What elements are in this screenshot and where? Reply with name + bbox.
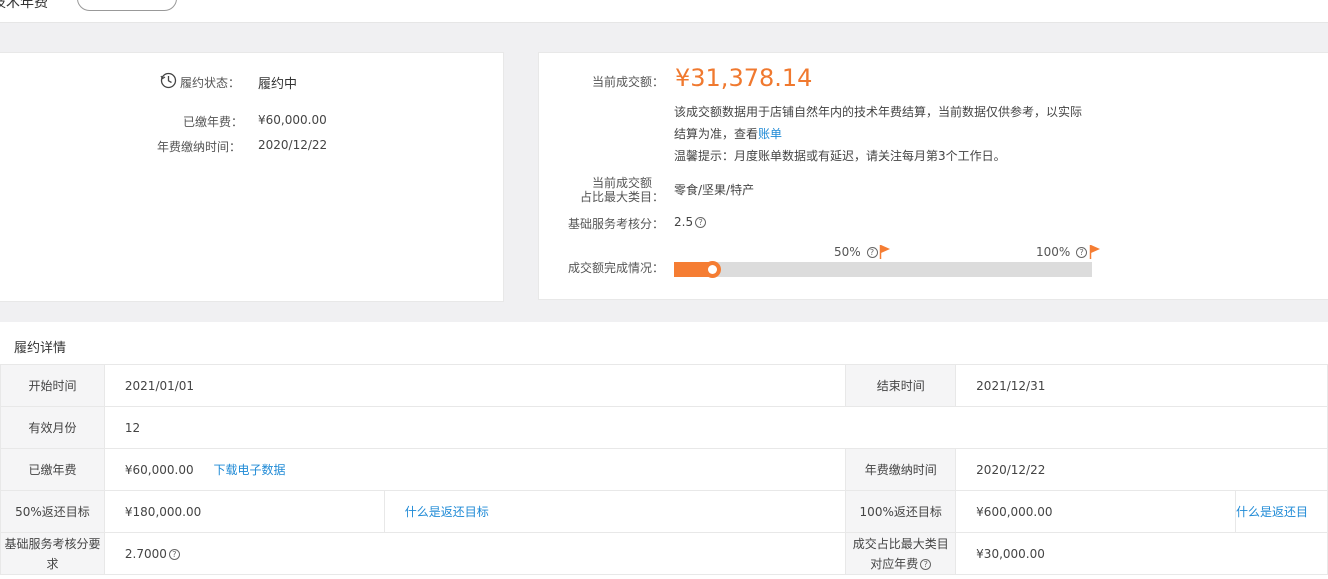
top-category-fee-label-line-1: 成交占比最大类目 bbox=[852, 536, 949, 551]
top-category-fee-label-line-2: 对应年费 bbox=[870, 556, 919, 571]
page-title: 技术年费 bbox=[0, 0, 48, 11]
top-category-label-2: 占比最大类目： bbox=[580, 190, 665, 204]
pay-time-label: 年费缴纳时间 bbox=[845, 448, 957, 491]
deal-note-prefix: 结算为准，查看 bbox=[674, 127, 759, 141]
refund-target-50-value: ¥180,000.00 bbox=[103, 490, 385, 533]
table-row: 基础服务考核分要求 2.7000? 成交占比最大类目对应年费? ¥30,000.… bbox=[0, 532, 1328, 575]
deal-note-line-3: 温馨提示：月度账单数据或有延迟，请关注每月第3个工作日。 bbox=[674, 149, 1006, 163]
refund-target-help-cell: 什么是返还目标 bbox=[383, 490, 847, 533]
help-icon[interactable]: ? bbox=[695, 217, 707, 228]
valid-months-label: 有效月份 bbox=[0, 406, 105, 449]
status-value: 履约中 bbox=[258, 77, 298, 92]
history-clock-icon bbox=[160, 72, 177, 89]
year-select[interactable]: 2021 ▾ bbox=[77, 0, 177, 11]
milestone-100-label: 100% bbox=[1036, 245, 1071, 259]
contract-detail-section: 履约详情 开始时间 2021/01/01 结束时间 2021/12/31 有效月… bbox=[0, 322, 1328, 579]
view-bill-link[interactable]: 账单 bbox=[758, 127, 782, 141]
pay-time-value: 2020/12/22 bbox=[955, 448, 1328, 491]
refund-target-50-label: 50%返还目标 bbox=[0, 490, 105, 533]
progress-handle bbox=[704, 261, 721, 278]
top-category-fee-label: 成交占比最大类目对应年费? bbox=[845, 532, 957, 575]
deal-note-line-1: 该成交额数据用于店铺自然年内的技术年费结算，当前数据仅供参考，以实际 bbox=[674, 105, 1083, 119]
progress-label: 成交额完成情况： bbox=[568, 261, 665, 275]
paid-fee-cell: ¥60,000.00 下载电子数据 bbox=[103, 448, 847, 491]
refund-target-help-cell-2: 什么是返还目 bbox=[1234, 490, 1328, 533]
score-label: 基础服务考核分： bbox=[568, 217, 665, 231]
top-bar: 技术年费 2021 ▾ bbox=[0, 0, 1328, 23]
base-score-req-number: 2.7000 bbox=[124, 546, 167, 561]
start-time-label: 开始时间 bbox=[0, 364, 105, 407]
paid-fee-value: ¥60,000.00 bbox=[258, 113, 327, 127]
flag-icon bbox=[1089, 245, 1100, 259]
contract-summary-card bbox=[0, 52, 504, 302]
detail-table: 开始时间 2021/01/01 结束时间 2021/12/31 有效月份 12 … bbox=[0, 364, 1328, 575]
what-is-refund-target-link-2[interactable]: 什么是返还目 bbox=[1236, 505, 1308, 519]
paid-fee-label: 已缴年费 bbox=[0, 448, 105, 491]
what-is-refund-target-link[interactable]: 什么是返还目标 bbox=[405, 505, 489, 519]
top-category-fee-value: ¥30,000.00 bbox=[955, 532, 1328, 575]
start-time-value: 2021/01/01 bbox=[103, 364, 847, 407]
help-icon[interactable]: ? bbox=[866, 247, 878, 258]
base-score-req-label-line-1: 基础服务考核分要 bbox=[4, 536, 101, 551]
pay-time-label: 年费缴纳时间： bbox=[157, 140, 242, 154]
milestone-100: 100% ? bbox=[1036, 245, 1088, 259]
current-amount-value: ¥31,378.14 bbox=[675, 64, 813, 92]
progress-track bbox=[674, 262, 1092, 277]
end-time-label: 结束时间 bbox=[845, 364, 957, 407]
end-time-value: 2021/12/31 bbox=[955, 364, 1328, 407]
help-icon[interactable]: ? bbox=[920, 558, 932, 570]
milestone-50: 50% ? bbox=[834, 245, 878, 259]
current-amount-label: 当前成交额： bbox=[592, 75, 665, 89]
table-row: 已缴年费 ¥60,000.00 下载电子数据 年费缴纳时间 2020/12/22 bbox=[0, 448, 1328, 491]
download-data-link[interactable]: 下载电子数据 bbox=[213, 463, 285, 477]
flag-icon bbox=[879, 245, 890, 259]
detail-title: 履约详情 bbox=[14, 341, 67, 356]
help-icon[interactable]: ? bbox=[168, 548, 180, 560]
refund-target-100-value: ¥600,000.00 bbox=[955, 490, 1236, 533]
top-category-value: 零食/坚果/特产 bbox=[674, 183, 755, 197]
table-row: 开始时间 2021/01/01 结束时间 2021/12/31 bbox=[0, 364, 1328, 407]
paid-fee-label: 已缴年费： bbox=[183, 115, 244, 129]
deal-note-line-2: 结算为准，查看账单 bbox=[674, 125, 782, 142]
table-row: 有效月份 12 bbox=[0, 406, 1328, 449]
refund-target-100-label: 100%返还目标 bbox=[845, 490, 957, 533]
score-value: 2.5 bbox=[674, 215, 694, 229]
base-score-req-label: 基础服务考核分要求 bbox=[0, 532, 105, 575]
base-score-req-label-line-2: 求 bbox=[46, 556, 59, 571]
table-row: 50%返还目标 ¥180,000.00 什么是返还目标 100%返还目标 ¥60… bbox=[0, 490, 1328, 533]
chevron-down-icon: ▾ bbox=[157, 0, 162, 1]
pay-time-value: 2020/12/22 bbox=[258, 138, 328, 152]
year-select-value: 2021 bbox=[88, 0, 121, 4]
base-score-req-value: 2.7000? bbox=[103, 532, 847, 575]
help-icon[interactable]: ? bbox=[1076, 247, 1088, 258]
status-label: 履约状态： bbox=[180, 76, 241, 90]
paid-fee-value: ¥60,000.00 bbox=[124, 463, 194, 477]
valid-months-value: 12 bbox=[103, 406, 1328, 449]
milestone-50-label: 50% bbox=[834, 245, 861, 259]
score-value-wrap: 2.5? bbox=[674, 215, 707, 229]
